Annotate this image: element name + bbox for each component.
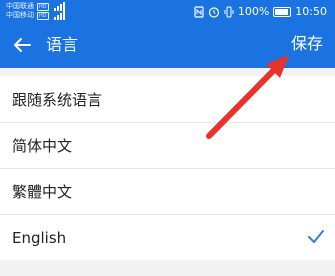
battery-icon <box>273 7 292 17</box>
alarm-icon <box>208 7 219 18</box>
hd-badge-2: HD <box>37 11 49 20</box>
language-option-english[interactable]: English <box>0 214 335 260</box>
carrier-2-label: 中国移动 <box>6 11 34 19</box>
nfc-icon <box>194 6 204 18</box>
save-button[interactable]: 保存 <box>291 33 323 55</box>
signal-icon <box>53 2 65 11</box>
signal-icon <box>53 11 65 20</box>
battery-percent: 100% <box>237 5 270 18</box>
language-label: 简体中文 <box>12 137 73 155</box>
back-arrow-icon[interactable] <box>12 35 32 55</box>
language-option-follow-system[interactable]: 跟随系统语言 <box>0 76 335 122</box>
page-title: 语言 <box>46 35 79 54</box>
app-bar: 语言 保存 <box>0 24 335 68</box>
clock: 10:50 <box>295 5 327 18</box>
status-bar: 中国联通 HD 中国移动 HD 100% 10:50 <box>0 0 335 24</box>
language-label: 跟随系统语言 <box>12 90 103 109</box>
language-label: English <box>12 228 67 247</box>
status-right: 100% 10:50 <box>194 4 327 20</box>
carrier-1-label: 中国联通 <box>6 2 34 10</box>
language-list: 跟随系统语言 简体中文 繁體中文 English <box>0 76 335 260</box>
checkmark-icon <box>308 230 324 243</box>
hd-badge-1: HD <box>37 2 49 11</box>
vibrate-icon <box>224 6 234 18</box>
carrier-info: 中国联通 HD 中国移动 HD <box>6 2 65 20</box>
language-option-traditional-chinese[interactable]: 繁體中文 <box>0 168 335 214</box>
language-label: 繁體中文 <box>12 183 73 201</box>
language-option-simplified-chinese[interactable]: 简体中文 <box>0 122 335 168</box>
